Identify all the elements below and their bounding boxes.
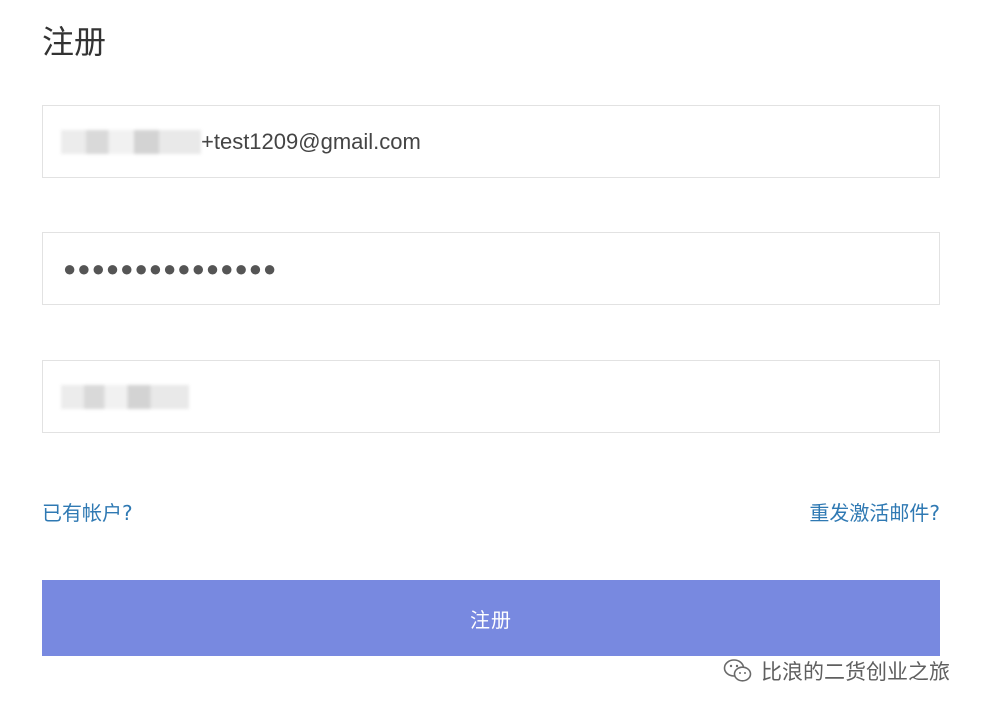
username-field[interactable] [42,360,940,433]
page-title: 注册 [42,23,107,61]
register-button[interactable]: 注册 [42,580,940,656]
resend-activation-link[interactable]: 重发激活邮件? [809,500,940,526]
username-input[interactable] [43,361,939,432]
email-field[interactable] [42,105,940,178]
watermark: 比浪的二货创业之旅 [723,656,950,686]
watermark-text: 比浪的二货创业之旅 [761,660,950,684]
have-account-link[interactable]: 已有帐户? [42,500,133,526]
wechat-icon [723,659,752,682]
email-input[interactable] [43,106,939,177]
password-field[interactable] [42,232,940,305]
password-input[interactable] [43,233,939,304]
